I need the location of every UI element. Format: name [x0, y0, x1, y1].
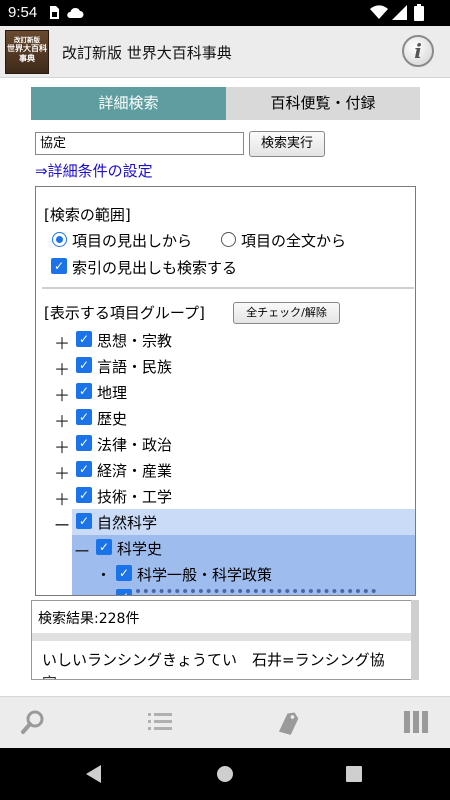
- signal-icon: [392, 5, 408, 24]
- bookmark-tag-icon[interactable]: [278, 707, 300, 741]
- expand-icon[interactable]: ＋: [54, 460, 70, 484]
- book-volumes-icon[interactable]: [404, 711, 428, 737]
- grandchild-checkbox[interactable]: ✓: [116, 565, 132, 581]
- group-checkbox[interactable]: ✓: [76, 513, 92, 529]
- group-checkbox[interactable]: ✓: [76, 383, 92, 399]
- collapse-icon[interactable]: ー: [54, 512, 70, 536]
- radio-fulltext-label[interactable]: 項目の全文から: [241, 230, 346, 251]
- expand-icon[interactable]: ＋: [54, 486, 70, 510]
- radio-headword[interactable]: [52, 232, 67, 247]
- grandchild-label: 科学一般・科学政策: [137, 566, 273, 584]
- radio-headword-label[interactable]: 項目の見出しから: [72, 230, 192, 251]
- tab-encyclopedia-appendix[interactable]: 百科便覧・付録: [226, 87, 420, 120]
- next-row-checkbox-partial[interactable]: ✓: [116, 589, 132, 595]
- group-label: 自然科学: [97, 514, 158, 532]
- search-icon[interactable]: [20, 709, 46, 739]
- groups-heading: [表示する項目グループ]: [44, 304, 205, 322]
- cloud-icon: [66, 7, 84, 23]
- detail-conditions-panel: [検索の範囲] 項目の見出しから 項目の全文から ✓ 索引の見出しも検索する […: [35, 186, 416, 596]
- collapse-icon[interactable]: ー: [74, 538, 90, 562]
- expand-icon[interactable]: ＋: [54, 330, 70, 354]
- group-checkbox[interactable]: ✓: [76, 331, 92, 347]
- logo-line-1: 改訂新版: [14, 36, 40, 44]
- divider: [42, 287, 414, 289]
- search-input[interactable]: 協定: [35, 132, 244, 155]
- child-checkbox[interactable]: ✓: [96, 539, 112, 555]
- battery-icon: [414, 4, 424, 25]
- detail-settings-link[interactable]: ⇒詳細条件の設定: [35, 160, 153, 181]
- group-label: 言語・民族: [97, 358, 173, 376]
- list-icon[interactable]: [148, 712, 172, 736]
- group-label: 法律・政治: [97, 436, 173, 454]
- sim-card-icon: [48, 5, 60, 24]
- bullet: ・: [96, 566, 112, 584]
- app-header: 改訂新版 世界大百科 事典 改訂新版 世界大百科事典 i: [0, 26, 450, 78]
- result-item[interactable]: いしいランシングきょうてい 石井=ランシング協: [42, 649, 385, 670]
- recents-icon[interactable]: [346, 766, 362, 786]
- group-checkbox[interactable]: ✓: [76, 461, 92, 477]
- results-count: 検索結果:228件: [38, 611, 140, 627]
- group-checkbox[interactable]: ✓: [76, 409, 92, 425]
- next-row-partial-text: [136, 589, 376, 595]
- back-icon[interactable]: [86, 765, 102, 787]
- expand-icon[interactable]: ＋: [54, 434, 70, 458]
- group-checkbox[interactable]: ✓: [76, 357, 92, 373]
- scope-heading: [検索の範囲]: [44, 206, 131, 224]
- group-label: 経済・産業: [97, 462, 173, 480]
- bottom-toolbar: [0, 696, 450, 748]
- app-logo: 改訂新版 世界大百科 事典: [5, 30, 49, 74]
- logo-line-3: 事典: [19, 54, 35, 64]
- group-checkbox[interactable]: ✓: [76, 487, 92, 503]
- group-checkbox[interactable]: ✓: [76, 435, 92, 451]
- index-checkbox-label[interactable]: 索引の見出しも検索する: [72, 257, 237, 278]
- info-button[interactable]: i: [402, 35, 434, 67]
- group-label: 思想・宗教: [97, 332, 173, 350]
- tab-detail-search[interactable]: 詳細検索: [31, 87, 226, 120]
- index-checkbox[interactable]: ✓: [51, 258, 67, 274]
- child-label: 科学史: [117, 540, 163, 558]
- results-scrollbar[interactable]: [411, 600, 419, 680]
- expand-icon[interactable]: ＋: [54, 382, 70, 406]
- status-time: 9:54: [8, 4, 38, 21]
- results-separator: [32, 633, 412, 641]
- search-button[interactable]: 検索実行: [249, 131, 325, 157]
- group-label: 歴史: [97, 410, 128, 428]
- radio-fulltext[interactable]: [221, 232, 236, 247]
- result-item-continuation[interactable]: 定: [42, 672, 57, 679]
- results-panel: 検索結果:228件 いしいランシングきょうてい 石井=ランシング協 定: [31, 600, 417, 680]
- wifi-icon: [370, 5, 388, 24]
- expand-icon[interactable]: ＋: [54, 408, 70, 432]
- group-label: 地理: [97, 384, 128, 402]
- status-bar: 9:54: [0, 0, 450, 26]
- app-title: 改訂新版 世界大百科事典: [62, 44, 232, 62]
- group-label: 技術・工学: [97, 488, 173, 506]
- home-icon[interactable]: [216, 765, 234, 787]
- logo-line-2: 世界大百科: [7, 44, 47, 54]
- system-nav-bar: [0, 748, 450, 800]
- all-check-button[interactable]: 全チェック/解除: [233, 302, 340, 324]
- expand-icon[interactable]: ＋: [54, 356, 70, 380]
